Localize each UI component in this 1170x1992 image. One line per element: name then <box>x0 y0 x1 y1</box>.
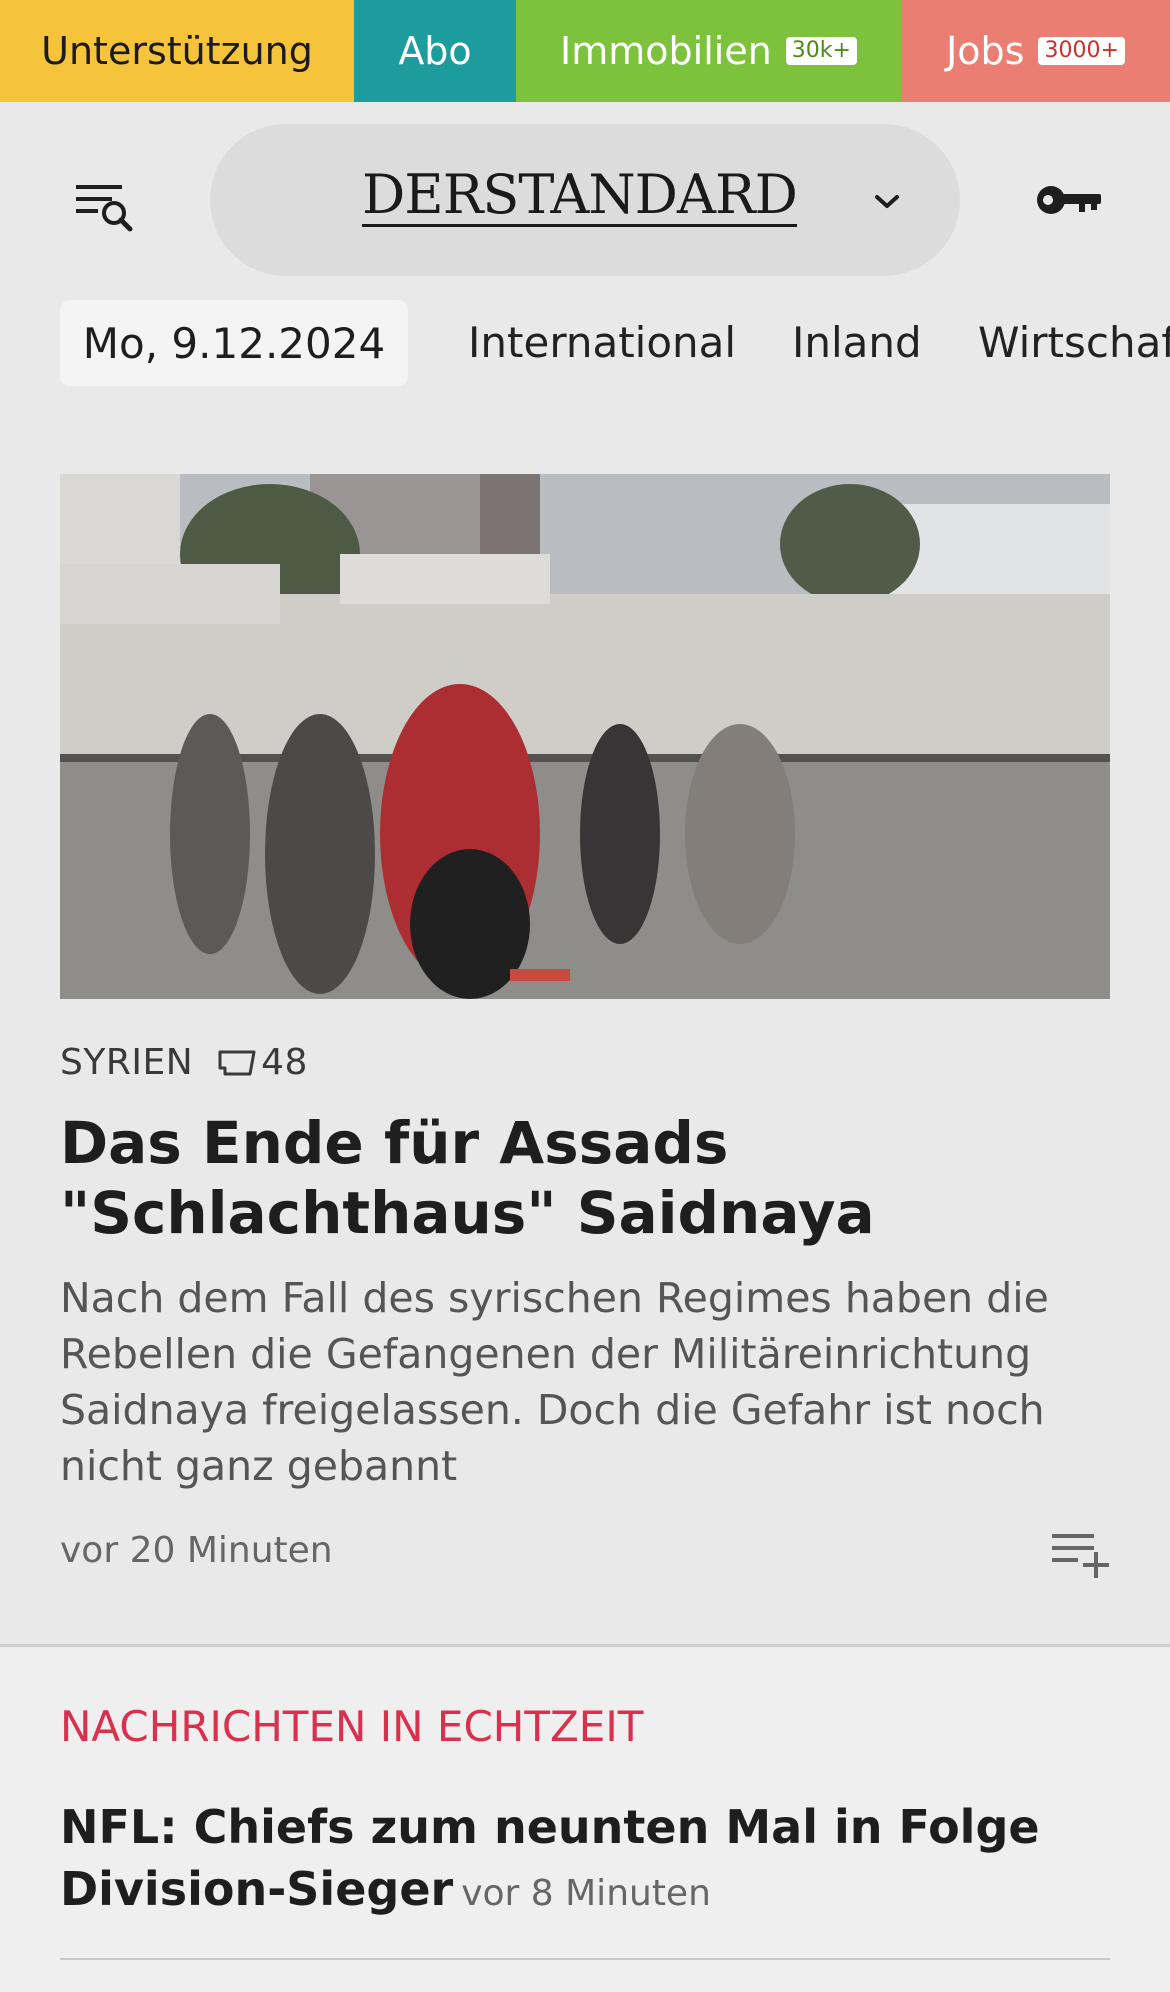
promo-support-label: Unterstützung <box>41 29 313 73</box>
comment-icon <box>218 1050 256 1075</box>
live-news-title[interactable]: NACHRICHTEN IN ECHTZEIT <box>60 1702 643 1751</box>
login-button[interactable] <box>1030 170 1110 230</box>
promo-jobs-link[interactable]: Jobs 3000+ <box>901 0 1170 102</box>
site-logo[interactable]: DERSTANDARD <box>362 166 798 227</box>
teaser-kicker[interactable]: SYRIEN 48 <box>60 1042 308 1083</box>
nav-overflow: Wirtschaft <box>960 300 1170 390</box>
edition-dropdown-button[interactable] <box>862 182 912 222</box>
promo-abo-label: Abo <box>398 29 472 73</box>
chevron-down-icon <box>875 195 899 208</box>
date-chip[interactable]: Mo, 9.12.2024 <box>60 300 408 386</box>
nav-item-international[interactable]: International <box>468 310 736 376</box>
nav-item-wirtschaft[interactable]: Wirtschaft <box>978 310 1170 376</box>
teaser-lead[interactable]: Nach dem Fall des syrischen Regimes habe… <box>60 1270 1100 1494</box>
playlist-add-icon <box>1052 1534 1109 1578</box>
teaser-timestamp: vor 20 Minuten <box>60 1530 333 1571</box>
immobilien-count-badge: 30k+ <box>785 37 857 65</box>
menu-search-icon <box>76 185 133 232</box>
kicker-label: SYRIEN <box>60 1042 194 1083</box>
menu-search-button[interactable] <box>60 160 150 250</box>
comments-count[interactable]: 48 <box>217 1042 308 1083</box>
promo-immobilien-label: Immobilien <box>560 29 772 73</box>
live-news-timestamp: vor 8 Minuten <box>461 1873 711 1914</box>
comments-number: 48 <box>261 1042 308 1083</box>
teaser-photo <box>60 474 1110 999</box>
promo-bar: Unterstützung Abo Immobilien 30k+ Jobs 300… <box>0 0 1170 102</box>
key-icon <box>1037 186 1101 214</box>
add-to-list-button[interactable] <box>1048 1528 1114 1578</box>
jobs-count-badge: 3000+ <box>1038 37 1125 65</box>
teaser-headline[interactable]: Das Ende für Assads "Schlachthaus" Saidn… <box>60 1108 1120 1248</box>
nav-item-inland[interactable]: Inland <box>792 310 922 376</box>
promo-abo-link[interactable]: Abo <box>354 0 516 102</box>
promo-jobs-label: Jobs <box>946 29 1025 73</box>
promo-support-link[interactable]: Unterstützung <box>0 0 354 102</box>
live-news-item[interactable]: NFL: Chiefs zum neunten Mal in Folge Div… <box>60 1796 1120 1925</box>
teaser-image[interactable] <box>60 474 1110 999</box>
list-divider <box>60 1958 1110 1960</box>
promo-immobilien-link[interactable]: Immobilien 30k+ <box>516 0 901 102</box>
